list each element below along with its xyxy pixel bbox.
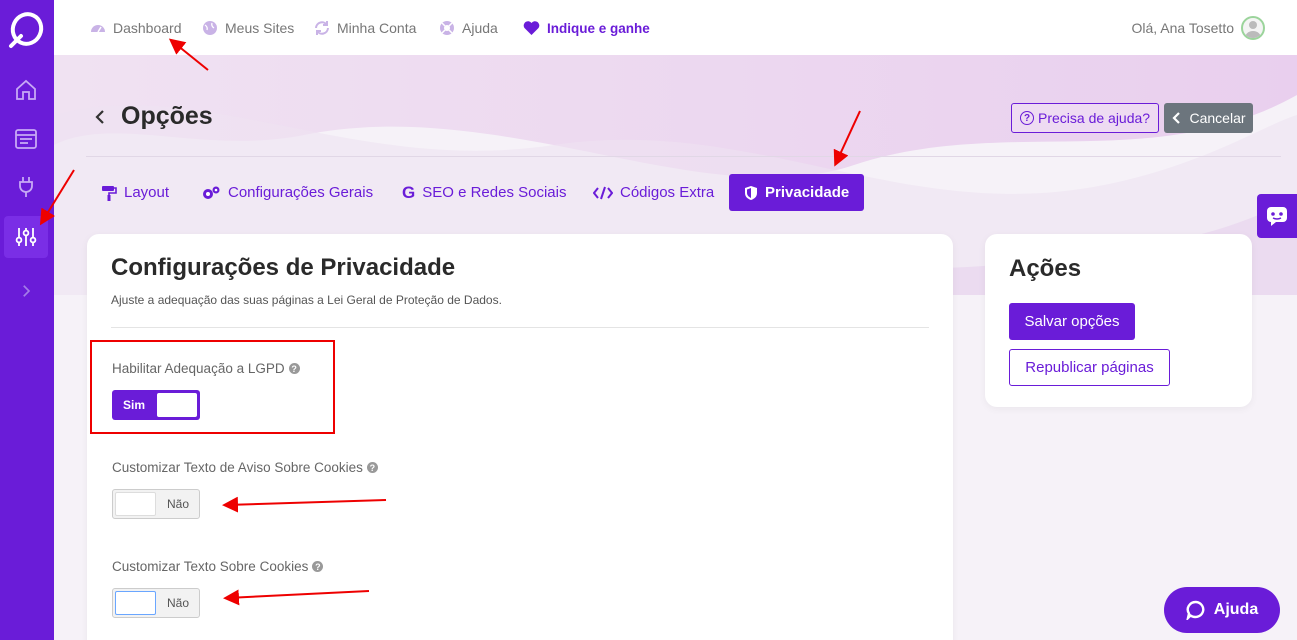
nav-dashboard[interactable]: Dashboard xyxy=(90,18,182,38)
cookie-text-label-text: Customizar Texto Sobre Cookies xyxy=(112,559,309,574)
save-options-button[interactable]: Salvar opções xyxy=(1009,303,1135,340)
cookie-notice-toggle-state: Não xyxy=(166,497,189,511)
nav-minha-conta-label: Minha Conta xyxy=(337,20,417,36)
chat-widget-tab[interactable] xyxy=(1257,194,1297,238)
plug-icon xyxy=(19,177,33,197)
header-divider xyxy=(86,156,1281,157)
avatar xyxy=(1241,16,1265,40)
chevron-left-icon xyxy=(95,110,104,124)
need-help-button[interactable]: ? Precisa de ajuda? xyxy=(1011,103,1160,133)
tab-codigos-extra-label: Códigos Extra xyxy=(620,184,715,201)
cookie-text-toggle[interactable]: Não xyxy=(112,588,200,618)
dashboard-icon xyxy=(90,20,106,36)
chat-bot-icon xyxy=(1267,207,1287,226)
brand-logo[interactable] xyxy=(7,8,47,50)
privacy-subtitle: Ajuste a adequação das suas páginas a Le… xyxy=(111,293,502,307)
need-help-label: Precisa de ajuda? xyxy=(1038,110,1151,126)
annotation-highlight-box xyxy=(90,340,335,434)
cancel-label: Cancelar xyxy=(1189,110,1246,126)
greeting-text: Olá, Ana Tosetto xyxy=(1131,20,1234,36)
home-icon xyxy=(16,79,36,100)
sidebar-item-pages[interactable] xyxy=(4,118,48,160)
shield-icon xyxy=(744,185,758,201)
sync-icon xyxy=(314,20,330,36)
sidebar-item-settings[interactable] xyxy=(4,216,48,258)
cookie-text-toggle-state: Não xyxy=(166,596,189,610)
actions-card: Ações Salvar opções Republicar páginas xyxy=(985,234,1252,407)
nav-minha-conta[interactable]: Minha Conta xyxy=(314,18,416,38)
tab-layout-label: Layout xyxy=(124,184,170,201)
page-title: Opções xyxy=(121,102,213,130)
paint-roller-icon xyxy=(101,185,117,201)
cookie-notice-label-text: Customizar Texto de Aviso Sobre Cookies xyxy=(112,460,363,475)
cookie-text-field-label: Customizar Texto Sobre Cookies ? xyxy=(112,559,324,574)
nav-dashboard-label: Dashboard xyxy=(113,20,182,36)
cancel-button[interactable]: Cancelar xyxy=(1164,103,1253,133)
cookie-notice-toggle[interactable]: Não xyxy=(112,489,200,519)
sidebar-expand[interactable] xyxy=(4,270,48,312)
nav-ajuda-label: Ajuda xyxy=(462,20,498,36)
browser-icon xyxy=(15,129,37,149)
globe-icon xyxy=(202,20,218,36)
help-chat-label: Ajuda xyxy=(1213,601,1259,618)
sliders-icon xyxy=(15,228,37,246)
lifebuoy-icon xyxy=(439,20,455,36)
cookie-notice-field-label: Customizar Texto de Aviso Sobre Cookies … xyxy=(112,460,378,475)
tab-seo-redes-sociais[interactable]: G SEO e Redes Sociais xyxy=(402,174,566,211)
tab-codigos-extra[interactable]: Códigos Extra xyxy=(593,174,714,211)
top-navigation: Dashboard Meus Sites Minha Conta Ajuda I… xyxy=(54,0,1297,55)
actions-title: Ações xyxy=(1009,255,1082,282)
sidebar xyxy=(0,0,54,640)
privacy-settings-card: Configurações de Privacidade Ajuste a ad… xyxy=(87,234,953,640)
nav-meus-sites[interactable]: Meus Sites xyxy=(202,18,294,38)
help-tooltip-icon[interactable]: ? xyxy=(366,462,378,473)
privacy-title: Configurações de Privacidade xyxy=(111,254,456,281)
tab-privacidade-label: Privacidade xyxy=(765,184,850,201)
republish-pages-button[interactable]: Republicar páginas xyxy=(1009,349,1170,386)
chat-bubble-icon xyxy=(1186,600,1206,620)
tab-privacidade[interactable]: Privacidade xyxy=(729,174,865,211)
tab-layout[interactable]: Layout xyxy=(101,174,169,211)
back-button[interactable] xyxy=(92,107,108,132)
google-icon: G xyxy=(402,182,416,202)
code-icon xyxy=(593,185,613,201)
nav-ajuda[interactable]: Ajuda xyxy=(439,18,498,38)
chevron-right-icon xyxy=(23,285,31,297)
nav-meus-sites-label: Meus Sites xyxy=(225,20,295,36)
help-tooltip-icon[interactable]: ? xyxy=(312,561,324,572)
card-divider xyxy=(111,327,929,328)
help-chat-button[interactable]: Ajuda xyxy=(1164,587,1280,633)
chevron-left-icon xyxy=(1172,112,1181,124)
question-circle-icon: ? xyxy=(1020,111,1034,125)
gears-icon xyxy=(201,185,221,201)
toggle-knob xyxy=(115,492,156,516)
tab-configuracoes-gerais[interactable]: Configurações Gerais xyxy=(201,174,373,211)
sidebar-item-integrations[interactable] xyxy=(4,166,48,208)
heart-icon xyxy=(523,20,540,36)
nav-indique-e-ganhe[interactable]: Indique e ganhe xyxy=(523,18,650,38)
tab-seo-redes-sociais-label: SEO e Redes Sociais xyxy=(422,184,567,201)
nav-referral-label: Indique e ganhe xyxy=(547,20,650,36)
user-greeting[interactable]: Olá, Ana Tosetto xyxy=(1132,16,1265,40)
sidebar-item-home[interactable] xyxy=(4,69,48,111)
toggle-knob xyxy=(115,591,156,615)
tab-configuracoes-gerais-label: Configurações Gerais xyxy=(228,184,374,201)
